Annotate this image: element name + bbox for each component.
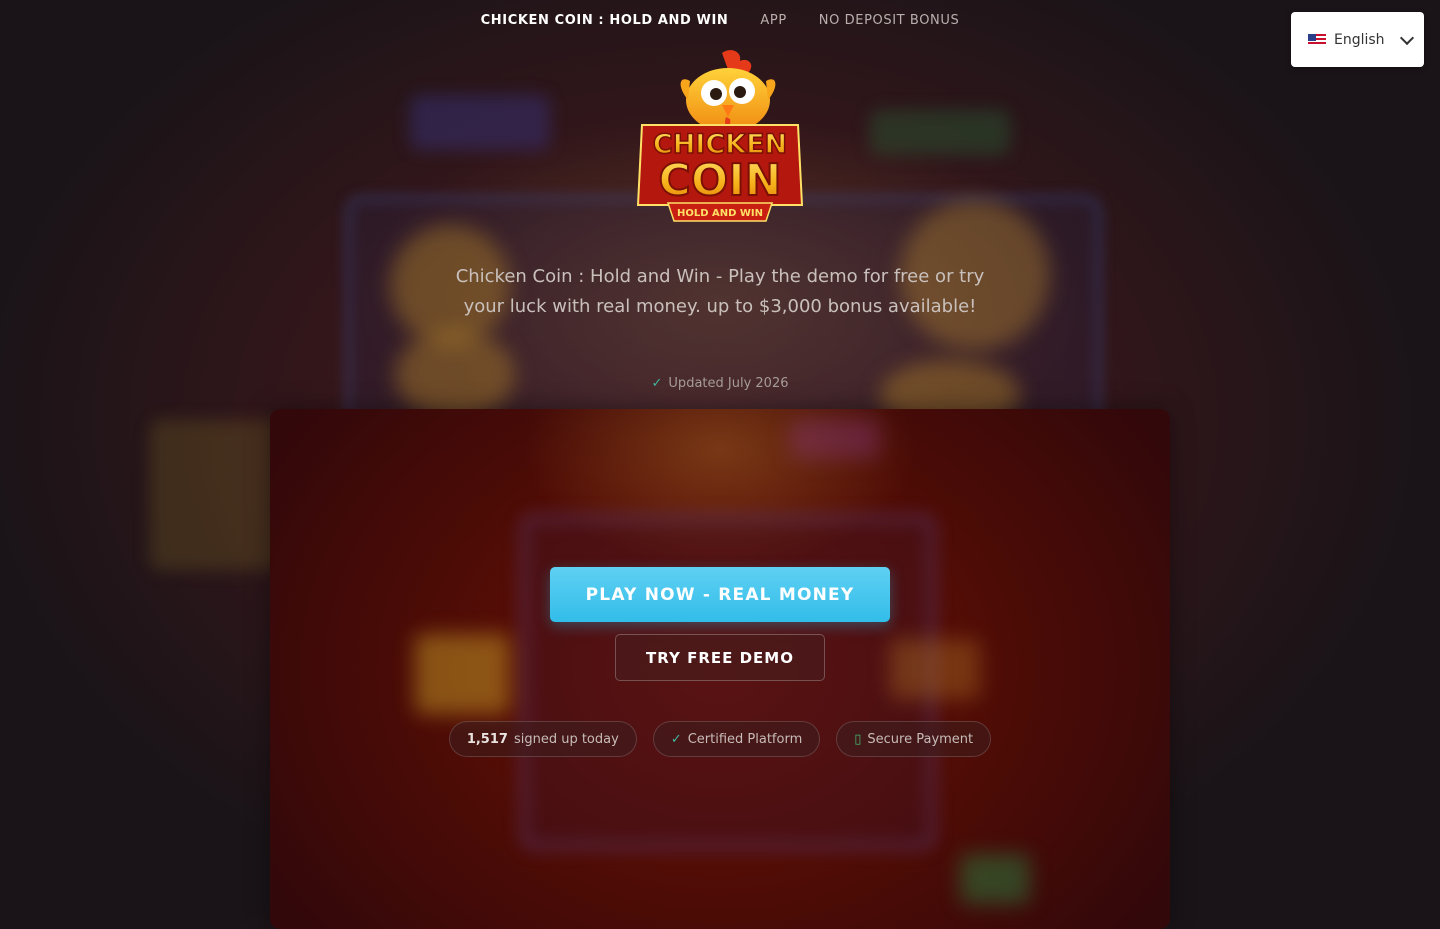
updated-note: ✓ Updated July 2026 — [0, 376, 1440, 391]
game-preview-card: PLAY NOW - REAL MONEY TRY FREE DEMO 1,51… — [270, 409, 1170, 929]
trust-badges: 1,517 signed up today ✓ Certified Platfo… — [270, 721, 1170, 757]
signups-label: signed up today — [513, 731, 619, 747]
card-background-symbol — [960, 854, 1030, 904]
background-sign — [150, 420, 280, 570]
nav-link-no-deposit-bonus[interactable]: NO DEPOSIT BONUS — [819, 13, 960, 28]
background-sign — [870, 110, 1010, 155]
nav-brand-link[interactable]: CHICKEN COIN : HOLD AND WIN — [481, 13, 729, 28]
card-background-board — [520, 514, 936, 850]
chevron-down-icon — [1399, 30, 1415, 45]
certified-label: Certified Platform — [687, 731, 803, 747]
logo-line2: COIN — [659, 155, 782, 206]
certified-badge: ✓ Certified Platform — [652, 721, 821, 757]
signups-count: 1,517 — [466, 731, 508, 747]
signups-badge: 1,517 signed up today — [448, 721, 637, 757]
background-coin — [395, 330, 515, 420]
logo-ribbon: HOLD AND WIN — [677, 208, 763, 219]
updated-label: Updated July 2026 — [668, 376, 789, 391]
hero-tagline: Chicken Coin : Hold and Win - Play the d… — [455, 266, 985, 317]
lock-icon: ▯ — [854, 731, 862, 747]
card-background-symbol — [790, 419, 880, 459]
card-background-symbol — [890, 639, 980, 699]
secure-payment-label: Secure Payment — [867, 731, 974, 747]
try-free-demo-button[interactable]: TRY FREE DEMO — [615, 634, 825, 681]
top-nav: CHICKEN COIN : HOLD AND WIN APP NO DEPOS… — [0, 0, 1440, 40]
secure-payment-badge: ▯ Secure Payment — [836, 721, 992, 757]
us-flag-icon — [1308, 33, 1326, 46]
check-icon: ✓ — [651, 376, 663, 391]
language-label: English — [1334, 31, 1385, 48]
check-icon: ✓ — [670, 731, 682, 747]
play-real-money-button[interactable]: PLAY NOW - REAL MONEY — [550, 567, 890, 622]
chicken-coin-logo: CHICKEN COIN HOLD AND WIN — [636, 50, 804, 222]
background-sign — [410, 95, 550, 150]
card-background-symbol — [415, 634, 510, 714]
chicken-mascot-icon — [680, 50, 776, 132]
nav-link-app[interactable]: APP — [760, 13, 786, 28]
language-selector[interactable]: English — [1291, 12, 1424, 67]
